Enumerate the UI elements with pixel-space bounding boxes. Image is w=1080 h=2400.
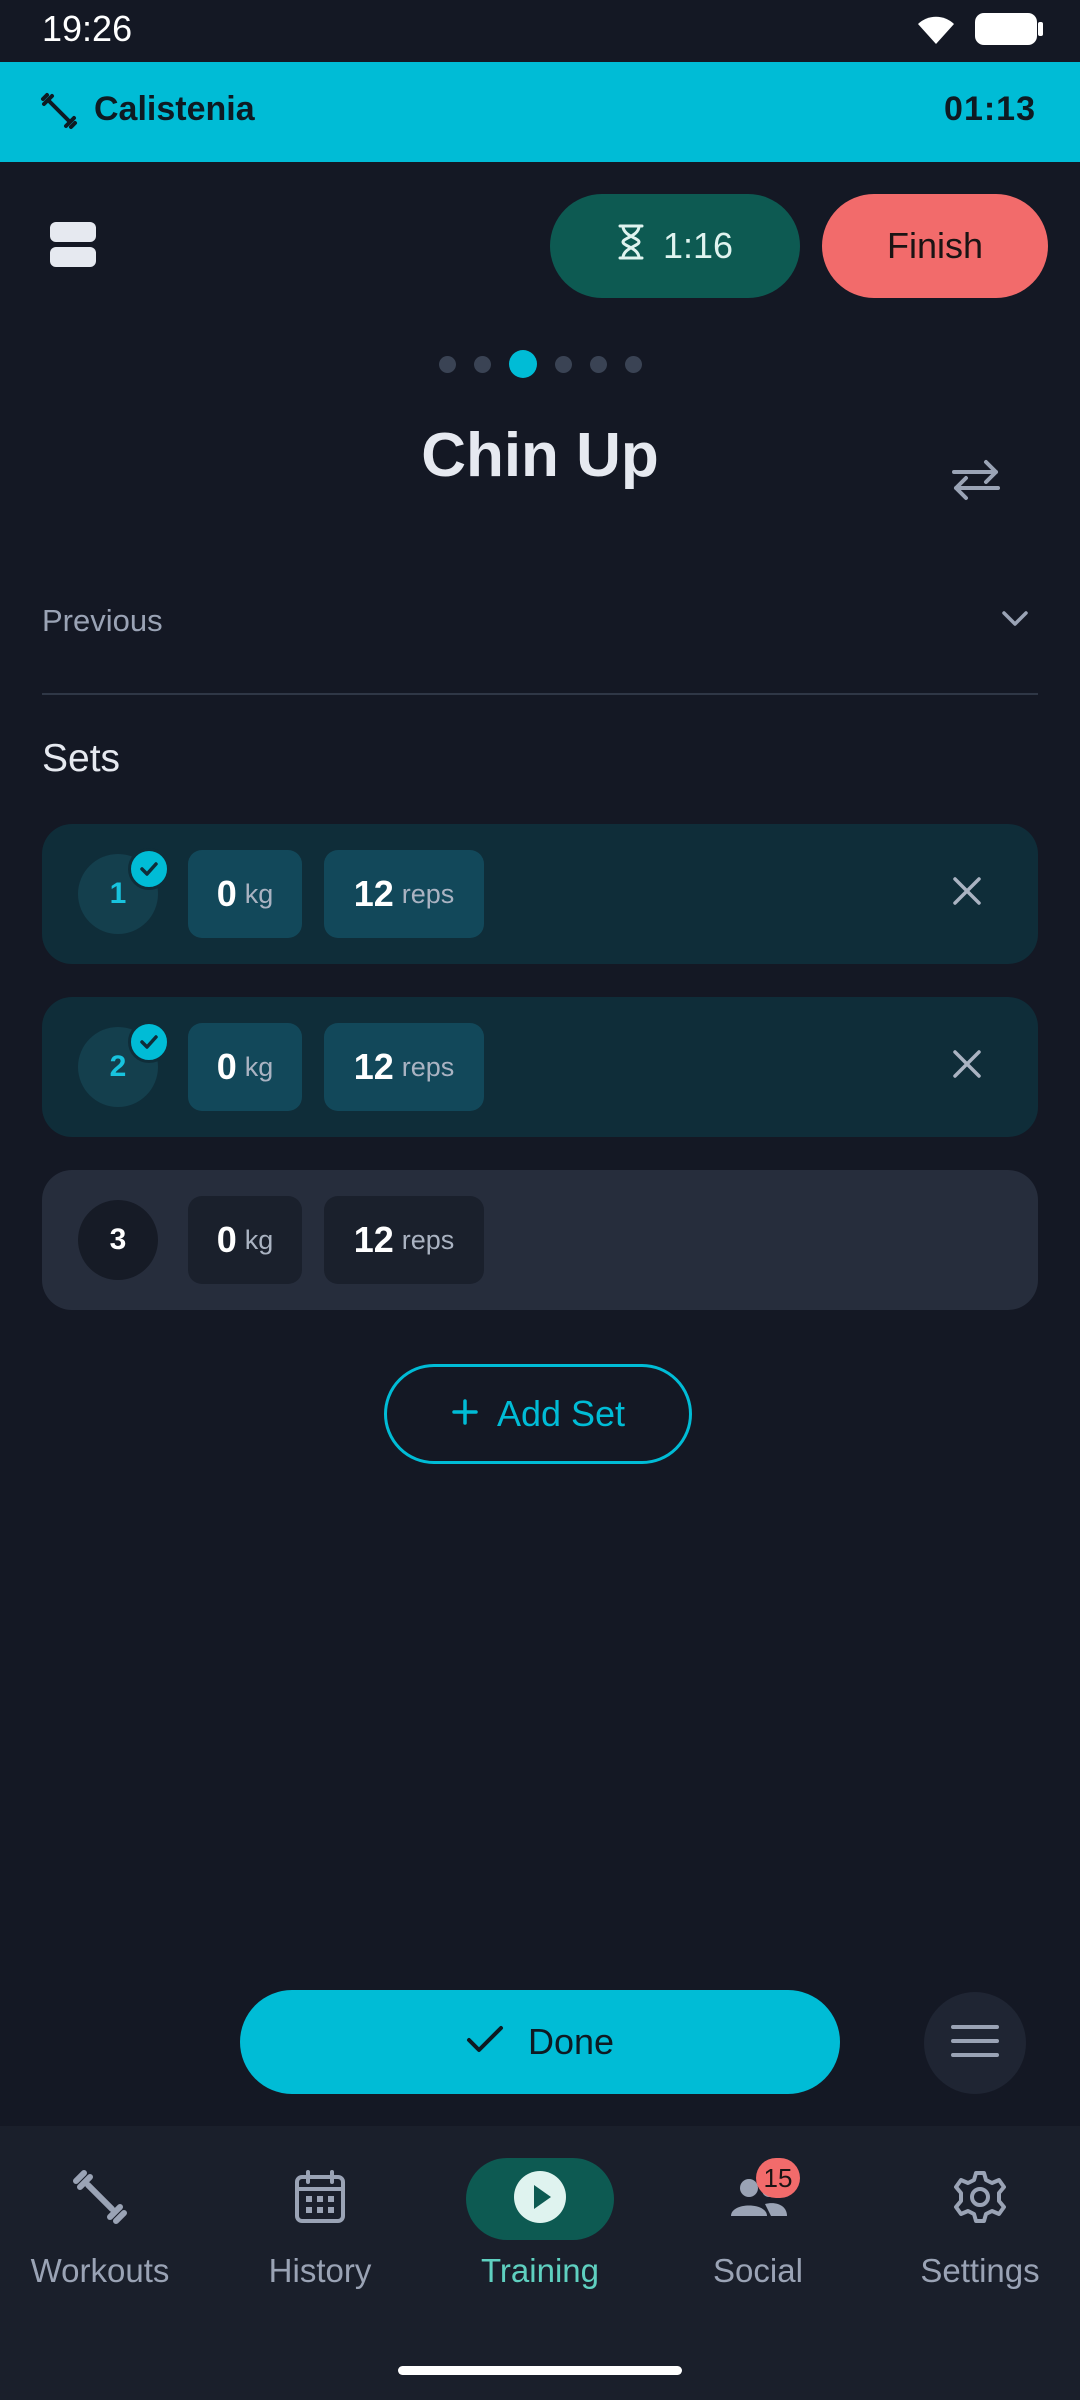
workout-name: Calistenia <box>94 90 255 128</box>
weight-value: 0 <box>216 1046 237 1087</box>
reps-value: 12 <box>353 873 394 914</box>
status-time: 19:26 <box>42 8 133 49</box>
dumbbell-icon <box>40 92 78 135</box>
chevron-down-icon <box>1000 609 1030 634</box>
weight-field[interactable]: 0 kg <box>188 850 302 938</box>
weight-field[interactable]: 0 kg <box>188 1023 302 1111</box>
nav-icon-container: 15 <box>684 2158 832 2240</box>
reps-value: 12 <box>353 1219 394 1260</box>
battery-icon <box>974 12 1044 51</box>
done-button[interactable]: Done <box>240 1990 840 2094</box>
rest-timer-button[interactable]: 1:16 <box>550 194 800 298</box>
menu-icon <box>951 2023 999 2064</box>
done-label: Done <box>527 2021 615 2062</box>
reps-field[interactable]: 12 reps <box>324 1196 484 1284</box>
nav-label: Settings <box>920 2252 1040 2289</box>
nav-icon-container <box>466 2158 614 2240</box>
exercise-title: Chin Up <box>421 421 659 490</box>
reps-unit: reps <box>401 1051 455 1082</box>
add-set-label: Add Set <box>496 1393 626 1434</box>
calendar-icon <box>294 2169 346 2230</box>
stack-icon <box>50 222 96 267</box>
layout-toggle-button[interactable] <box>48 220 98 270</box>
nav-label: Social <box>713 2252 803 2289</box>
weight-value: 0 <box>216 1219 237 1260</box>
set-row-3[interactable]: 3 0 kg 12 reps <box>42 1170 1038 1310</box>
nav-icon-container <box>246 2158 394 2240</box>
nav-item-training[interactable]: Training <box>432 2158 648 2308</box>
divider <box>42 693 1038 695</box>
nav-item-workouts[interactable]: Workouts <box>0 2158 208 2308</box>
nav-label: Workouts <box>30 2252 170 2289</box>
check-icon <box>128 1021 170 1063</box>
weight-value: 0 <box>216 873 237 914</box>
reps-unit: reps <box>401 1224 455 1255</box>
nav-icon-container <box>26 2158 174 2240</box>
set-row-1[interactable]: 1 0 kg 12 reps <box>42 824 1038 964</box>
reps-field[interactable]: 12 reps <box>324 850 484 938</box>
hourglass-icon <box>617 224 645 269</box>
nav-item-settings[interactable]: Settings <box>872 2158 1080 2308</box>
weight-unit: kg <box>244 1051 274 1082</box>
pager-dot[interactable] <box>624 355 642 373</box>
finish-button[interactable]: Finish <box>822 194 1048 298</box>
set-number[interactable]: 3 <box>78 1200 158 1280</box>
weight-field[interactable]: 0 kg <box>188 1196 302 1284</box>
play-icon <box>513 2170 567 2229</box>
swap-icon[interactable] <box>948 458 1004 507</box>
more-menu-button[interactable] <box>924 1992 1026 2094</box>
reps-unit: reps <box>401 878 455 909</box>
bottom-navigation: Workouts History Training 15 Social Sett… <box>0 2126 1080 2400</box>
nav-label: Training <box>481 2252 599 2289</box>
status-bar: 19:26 <box>0 0 1080 62</box>
close-icon[interactable] <box>950 1047 984 1086</box>
pager-dot[interactable] <box>438 355 456 373</box>
workout-elapsed-time: 01:13 <box>944 90 1036 128</box>
plus-icon <box>451 1393 479 1435</box>
reps-value: 12 <box>353 1046 394 1087</box>
check-icon <box>128 848 170 890</box>
nav-item-history[interactable]: History <box>212 2158 428 2308</box>
previous-label: Previous <box>42 603 163 638</box>
wifi-icon <box>914 12 958 51</box>
add-set-button[interactable]: Add Set <box>384 1364 692 1464</box>
pager-dot[interactable] <box>473 355 491 373</box>
nav-item-social[interactable]: 15 Social <box>650 2158 866 2308</box>
gear-icon <box>952 2169 1008 2230</box>
pager-dot-active[interactable] <box>508 350 537 378</box>
pager-dot[interactable] <box>554 355 572 373</box>
check-icon <box>466 2021 504 2063</box>
dumbbell-icon <box>72 2169 128 2230</box>
status-icons <box>914 12 1044 51</box>
previous-section-toggle[interactable]: Previous <box>42 595 1038 649</box>
sets-heading: Sets <box>42 737 121 780</box>
rest-timer-value: 1:16 <box>662 225 734 266</box>
home-indicator[interactable] <box>398 2366 682 2375</box>
set-row-2[interactable]: 2 0 kg 12 reps <box>42 997 1038 1137</box>
notification-badge: 15 <box>756 2158 800 2198</box>
weight-unit: kg <box>244 1224 274 1255</box>
close-icon[interactable] <box>950 874 984 913</box>
weight-unit: kg <box>244 878 274 909</box>
pager-dot[interactable] <box>589 355 607 373</box>
nav-label: History <box>268 2252 372 2289</box>
reps-field[interactable]: 12 reps <box>324 1023 484 1111</box>
exercise-pager-dots <box>0 350 1080 378</box>
active-workout-bar[interactable]: Calistenia 01:13 <box>0 62 1080 162</box>
nav-icon-container <box>906 2158 1054 2240</box>
